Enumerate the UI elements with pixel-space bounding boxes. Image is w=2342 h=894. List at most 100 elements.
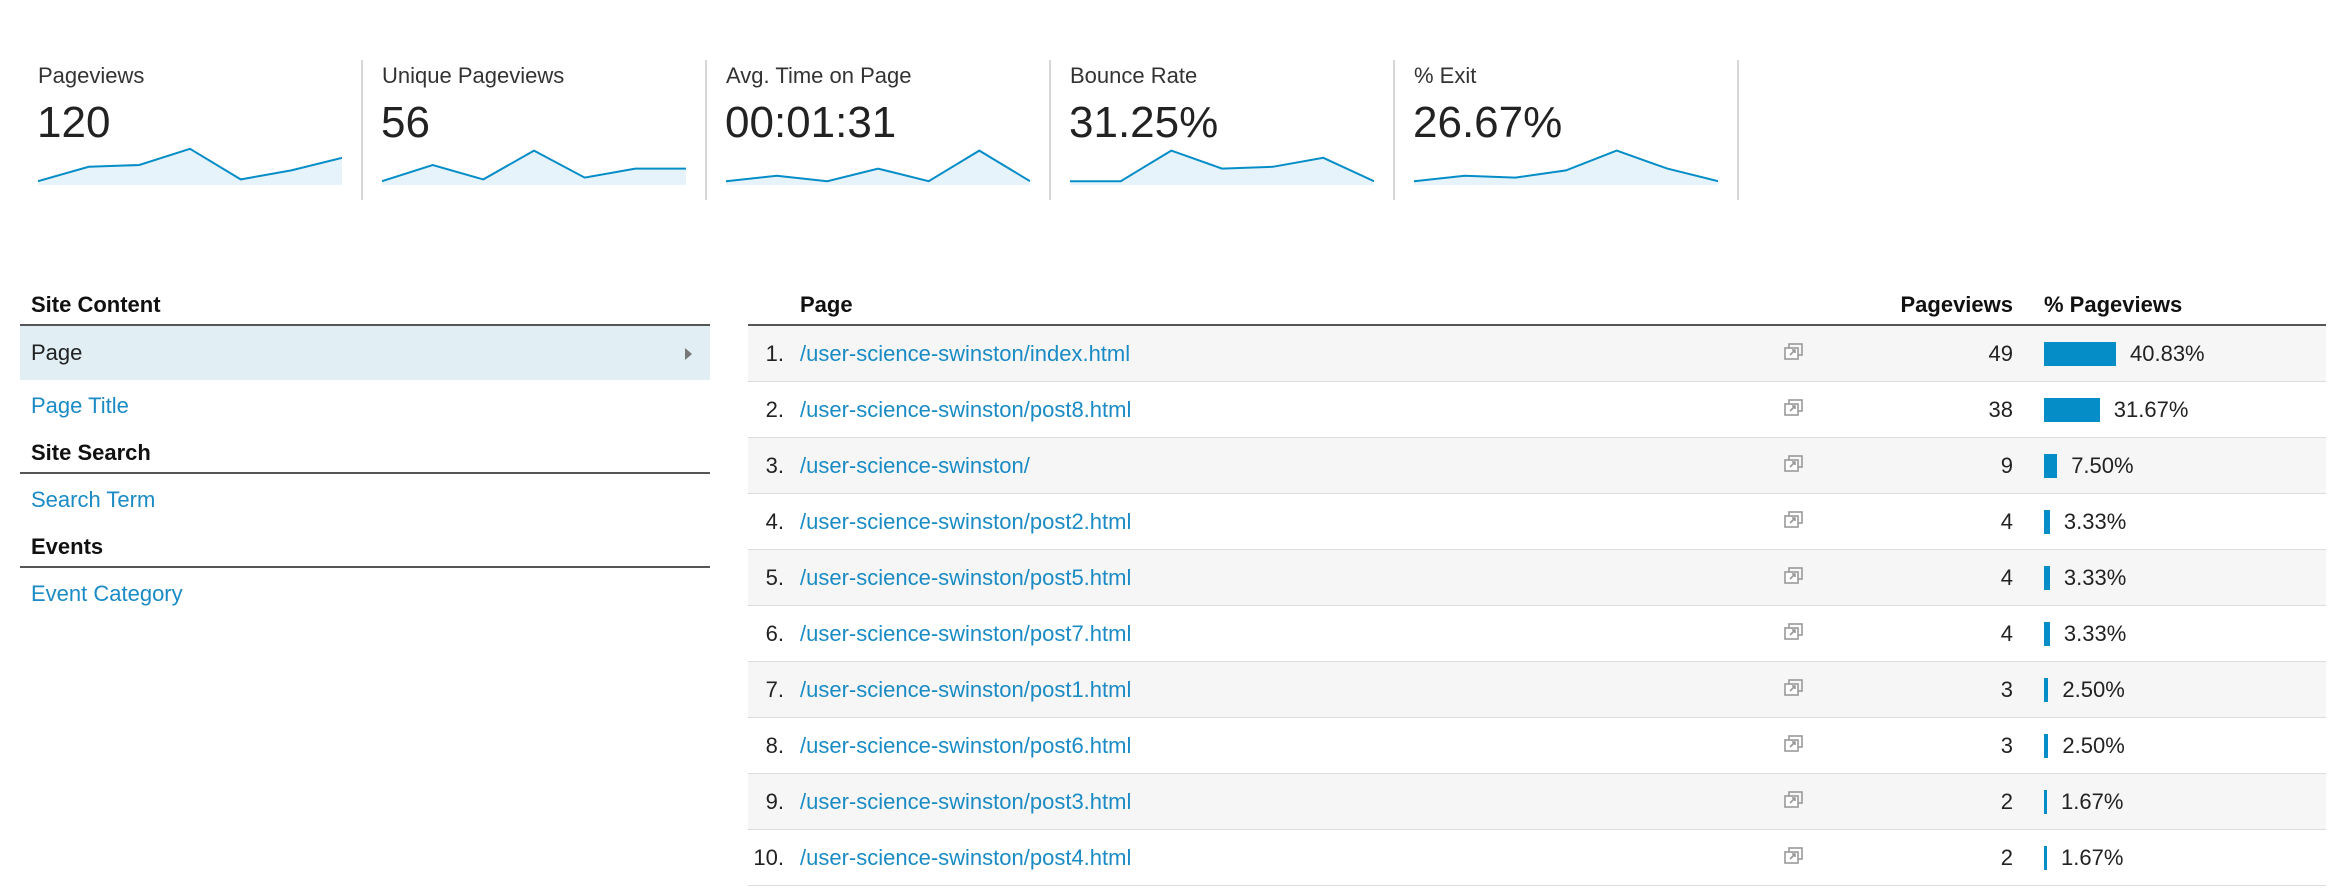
row-index: 5.	[765, 565, 784, 590]
metric-value: 00:01:31	[725, 98, 897, 147]
nav-item[interactable]: Search Term	[20, 474, 710, 526]
pageviews-value: 9	[2000, 453, 2013, 478]
open-in-new-window-icon[interactable]	[1784, 455, 1804, 473]
nav-item[interactable]: Page Title	[20, 380, 710, 432]
metric-sparkline	[1070, 149, 1374, 185]
column-header-pageviews[interactable]: Pageviews	[1900, 292, 2013, 318]
page-link[interactable]: /user-science-swinston/post1.html	[800, 677, 1131, 703]
pageviews-value: 49	[1988, 341, 2013, 366]
row-index: 3.	[765, 453, 784, 478]
nav-item-label: Search Term	[31, 487, 156, 512]
pct-value: 3.33%	[2063, 621, 2127, 646]
pct-bar	[2044, 678, 2049, 702]
metric-label: Avg. Time on Page	[726, 63, 912, 88]
nav-section-title: Site Search	[31, 440, 151, 465]
pageviews-value: 4	[2000, 509, 2013, 534]
column-header-pct-pageviews[interactable]: % Pageviews	[2044, 292, 2182, 318]
metric-label: Unique Pageviews	[382, 63, 565, 88]
table-row: 8. /user-science-swinston/post6.html 3 2.50…	[748, 718, 2326, 774]
page-link[interactable]: /user-science-swinston/post5.html	[800, 565, 1131, 591]
row-index: 9.	[765, 789, 784, 814]
pageviews-value: 3	[2000, 733, 2013, 758]
pct-bar	[2044, 790, 2047, 814]
row-index: 7.	[765, 677, 784, 702]
page-link[interactable]: /user-science-swinston/post6.html	[800, 733, 1131, 759]
metric-tile[interactable]: Pageviews 120	[19, 60, 363, 200]
metric-sparkline	[1414, 149, 1718, 185]
pct-bar	[2044, 846, 2047, 870]
metric-tile[interactable]: Bounce Rate 31.25%	[1051, 60, 1395, 200]
pageviews-value: 38	[1988, 397, 2013, 422]
nav-item-label: Event Category	[31, 581, 183, 606]
nav-item-label: Page Title	[31, 393, 129, 418]
metric-label: Bounce Rate	[1070, 63, 1198, 88]
page-link[interactable]: /user-science-swinston/	[800, 453, 1030, 479]
table-row: 9. /user-science-swinston/post3.html 2 1.67…	[748, 774, 2326, 830]
table-row: 6. /user-science-swinston/post7.html 4 3.33…	[748, 606, 2326, 662]
pageviews-value: 2	[2000, 789, 2013, 814]
pct-value: 31.67%	[2113, 397, 2189, 422]
page-link[interactable]: /user-science-swinston/post8.html	[800, 397, 1131, 423]
nav-item[interactable]: Page	[20, 326, 710, 380]
pageviews-value: 2	[2000, 845, 2013, 870]
nav-item[interactable]: Event Category	[20, 568, 710, 620]
pct-bar	[2044, 454, 2058, 478]
row-index: 8.	[765, 733, 784, 758]
metric-summary-bar: Pageviews 120 Unique Pageviews 56 Avg. Time …	[19, 60, 1739, 200]
page-link[interactable]: /user-science-swinston/post3.html	[800, 789, 1131, 815]
page-link[interactable]: /user-science-swinston/post7.html	[800, 621, 1131, 647]
table-row: 3. /user-science-swinston/9 7.50%	[748, 438, 2326, 494]
metric-tile[interactable]: % Exit 26.67%	[1395, 60, 1739, 200]
pct-value: 3.33%	[2063, 509, 2127, 534]
pct-value: 2.50%	[2062, 677, 2125, 702]
open-in-new-window-icon[interactable]	[1784, 567, 1804, 585]
table-row: 10. /user-science-swinston/post4.html 2 1.6…	[748, 830, 2326, 886]
chevron-right-icon	[685, 348, 692, 360]
nav-section-heading: Site Search	[20, 438, 710, 474]
metric-tile[interactable]: Avg. Time on Page 00:01:31	[707, 60, 1051, 200]
table-row: 2. /user-science-swinston/post8.html 38 31.…	[748, 382, 2326, 438]
pageviews-value: 3	[2000, 677, 2013, 702]
table-row: 4. /user-science-swinston/post2.html 4 3.33…	[748, 494, 2326, 550]
metric-sparkline	[38, 147, 342, 185]
open-in-new-window-icon[interactable]	[1784, 791, 1804, 809]
open-in-new-window-icon[interactable]	[1784, 399, 1804, 417]
metric-tile[interactable]: Unique Pageviews 56	[363, 60, 707, 200]
metric-value: 120	[37, 98, 111, 147]
nav-section-title: Site Content	[31, 292, 161, 317]
table-header: Page Pageviews % Pageviews	[748, 290, 2326, 326]
open-in-new-window-icon[interactable]	[1784, 343, 1804, 361]
pct-value: 1.67%	[2061, 789, 2124, 814]
pct-value: 3.33%	[2063, 565, 2127, 590]
open-in-new-window-icon[interactable]	[1784, 679, 1804, 697]
metric-value: 26.67%	[1413, 98, 1563, 147]
open-in-new-window-icon[interactable]	[1784, 735, 1804, 753]
pct-value: 1.67%	[2061, 845, 2124, 870]
row-index: 10.	[753, 845, 784, 870]
open-in-new-window-icon[interactable]	[1784, 511, 1804, 529]
open-in-new-window-icon[interactable]	[1784, 623, 1804, 641]
table-row: 5. /user-science-swinston/post5.html 4 3.33…	[748, 550, 2326, 606]
page-link[interactable]: /user-science-swinston/post2.html	[800, 509, 1131, 535]
sparkline-area	[38, 148, 342, 185]
pct-bar	[2044, 342, 2116, 366]
pct-value: 2.50%	[2062, 733, 2125, 758]
page-link[interactable]: /user-science-swinston/post4.html	[800, 845, 1131, 871]
page-link[interactable]: /user-science-swinston/index.html	[800, 341, 1130, 367]
open-in-new-window-icon[interactable]	[1784, 847, 1804, 865]
metric-label: % Exit	[1414, 63, 1477, 88]
nav-item-label: Page	[31, 340, 83, 365]
nav-section-heading: Events	[20, 532, 710, 568]
column-header-page[interactable]: Page	[800, 292, 853, 318]
row-index: 2.	[765, 397, 784, 422]
table-row: 7. /user-science-swinston/post1.html 3 2.50…	[748, 662, 2326, 718]
nav-section-heading: Site Content	[20, 290, 710, 326]
metric-sparkline	[726, 149, 1030, 185]
nav-section-title: Events	[31, 534, 104, 559]
row-index: 4.	[765, 509, 784, 534]
pageviews-value: 4	[2000, 621, 2013, 646]
row-index: 1.	[765, 341, 784, 366]
pct-bar	[2044, 510, 2050, 534]
primary-dimension-nav: Site Content Page Page Title Site Search Sea…	[20, 290, 710, 620]
row-index: 6.	[765, 621, 784, 646]
